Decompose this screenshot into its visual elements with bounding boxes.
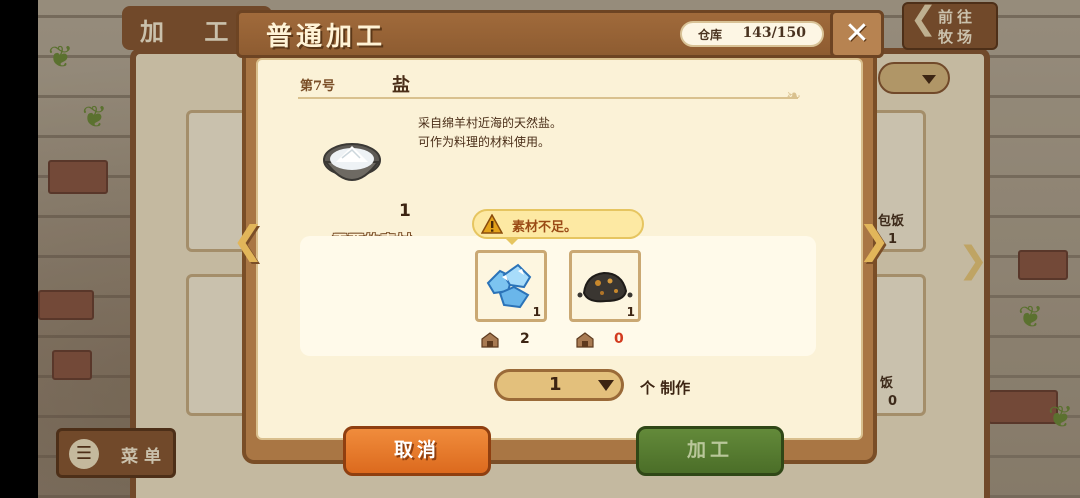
- cancel-button[interactable]: 取消: [343, 426, 491, 476]
- material-owned-count: 2: [520, 331, 530, 347]
- storehouse-icon: [481, 332, 499, 348]
- quantity-value: 1: [549, 374, 562, 395]
- materials-panel: [300, 236, 816, 356]
- caret-down-icon: [598, 380, 614, 391]
- title-divider: [298, 97, 798, 99]
- chevron-left-icon[interactable]: ❮: [232, 218, 264, 262]
- material-card-coal-ore[interactable]: 1: [569, 250, 641, 322]
- material-required-count: 1: [626, 305, 635, 319]
- warning-text: 素材不足。: [512, 220, 578, 235]
- close-icon: ✕: [844, 16, 870, 51]
- unit-label: 个 制作: [640, 379, 691, 397]
- close-button[interactable]: ✕: [830, 10, 884, 58]
- storage-value: 143/150: [742, 25, 806, 41]
- chevron-right-icon[interactable]: ❯: [858, 218, 890, 262]
- material-owned-count: 0: [614, 331, 624, 347]
- item-description: 采自绵羊村近海的天然盐。 可作为料理的材料使用。: [418, 114, 562, 152]
- item-number: 第7号: [300, 79, 336, 94]
- insufficient-materials-warning: 素材不足。: [472, 209, 644, 245]
- dialog-title: 普通加工: [266, 22, 387, 52]
- material-required-count: 1: [532, 305, 541, 319]
- salt-bowl-icon: [323, 143, 381, 181]
- quantity-select[interactable]: 1: [494, 369, 624, 401]
- storage-label: 仓库: [698, 28, 723, 42]
- storage-indicator: 仓库 143/150: [680, 21, 824, 47]
- item-name: 盐: [392, 75, 410, 96]
- leaf-sprig-icon: ❧: [786, 86, 802, 107]
- description-line: 可作为料理的材料使用。: [418, 135, 551, 149]
- process-button[interactable]: 加工: [636, 426, 784, 476]
- material-card-ice-crystal[interactable]: 1: [475, 250, 547, 322]
- storehouse-icon: [576, 332, 594, 348]
- warning-icon: [481, 214, 503, 234]
- description-line: 采自绵羊村近海的天然盐。: [418, 116, 563, 130]
- output-quantity: 1: [399, 201, 411, 221]
